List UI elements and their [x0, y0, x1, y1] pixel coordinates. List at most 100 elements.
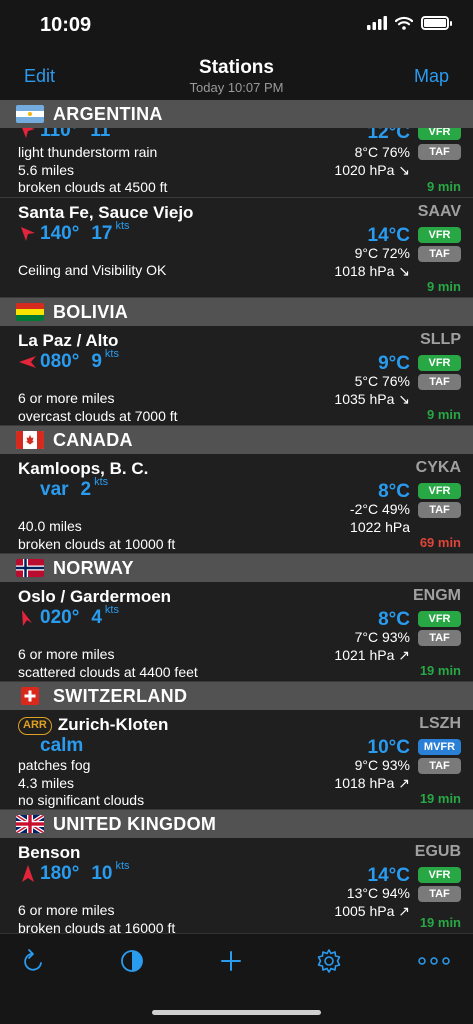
- clouds-text: broken clouds at 4500 ft: [18, 179, 168, 195]
- temperature: 14°C: [367, 225, 410, 246]
- observation-age: 19 min: [419, 791, 461, 806]
- wind-unit: kts: [104, 604, 119, 616]
- temperature: 10°C: [367, 737, 410, 758]
- observation-age: 19 min: [419, 663, 461, 678]
- wind-unit: kts: [115, 860, 130, 872]
- flight-category-badge: VFR: [418, 355, 461, 371]
- station-list[interactable]: 110° 11 kts 12°C VFR TAF 8°C 76% 1020 hP…: [0, 100, 473, 933]
- section-header-argentina: ARGENTINA: [0, 100, 473, 128]
- wind-direction: var: [40, 479, 69, 500]
- more-button[interactable]: [418, 946, 450, 976]
- wind-direction-icon: [19, 356, 36, 368]
- taf-button[interactable]: TAF: [418, 886, 461, 902]
- appearance-icon: [121, 950, 143, 972]
- station-icao: EGUB: [414, 843, 461, 860]
- station-name: La Paz / Alto: [18, 331, 119, 350]
- station-name: Santa Fe, Sauce Viejo: [18, 203, 194, 222]
- station-icao: LSZH: [419, 715, 461, 732]
- taf-button[interactable]: TAF: [418, 374, 461, 390]
- wind-speed: 2: [80, 479, 92, 500]
- station-name: Zurich-Kloten: [57, 715, 169, 734]
- settings-icon: [317, 949, 341, 973]
- taf-button[interactable]: TAF: [418, 246, 461, 262]
- wind-direction: 080°: [40, 351, 80, 372]
- wind: 080° 9 kts: [18, 348, 119, 373]
- argentina-flag-icon: [16, 105, 44, 123]
- temp-dewpoint: -2°C 49%: [349, 501, 410, 517]
- pressure: 1035 hPa ↘: [334, 391, 410, 407]
- visibility-text: 6 or more miles: [18, 646, 115, 662]
- wind-direction-icon: [22, 610, 32, 626]
- wind-direction-icon: [21, 227, 35, 241]
- page-title: Stations: [199, 57, 274, 78]
- navigation-bar: Edit Stations Today 10:07 PM Map: [0, 52, 473, 100]
- temp-dewpoint: 9°C 72%: [354, 245, 410, 261]
- country-name: CANADA: [53, 429, 133, 450]
- pressure: 1018 hPa ↘: [334, 263, 410, 279]
- temp-dewpoint: 8°C 76%: [354, 144, 410, 160]
- battery-icon: [421, 16, 452, 30]
- station-name-line: ARR Zurich-Kloten: [18, 715, 168, 735]
- country-name: ARGENTINA: [53, 103, 163, 124]
- taf-button[interactable]: TAF: [418, 144, 461, 160]
- temp-dewpoint: 5°C 76%: [354, 373, 410, 389]
- norway-flag-icon: [16, 559, 44, 577]
- taf-button[interactable]: TAF: [418, 502, 461, 518]
- wind: 140° 17 kts: [18, 220, 130, 245]
- temperature: 8°C: [378, 481, 410, 502]
- observation-age: 19 min: [419, 915, 461, 930]
- map-button[interactable]: Map: [414, 66, 449, 87]
- station-name: Oslo / Gardermoen: [18, 587, 172, 606]
- visibility-text: 6 or more miles: [18, 390, 115, 406]
- wind-unit: kts: [94, 476, 109, 488]
- wind-unit: kts: [104, 348, 119, 360]
- flight-category-badge: VFR: [418, 867, 461, 883]
- wind-speed: 10: [91, 863, 113, 884]
- flight-category-badge: MVFR: [418, 739, 461, 755]
- station-row-egub[interactable]: Benson EGUB 180° 10 kts 14°C VFR TAF 13°…: [0, 838, 473, 933]
- flight-category-badge: VFR: [418, 611, 461, 627]
- country-name: BOLIVIA: [53, 301, 129, 322]
- home-indicator: [152, 1010, 321, 1015]
- taf-button[interactable]: TAF: [418, 758, 461, 774]
- arrival-badge: ARR: [18, 717, 52, 735]
- section-header-uk: UNITED KINGDOM: [0, 810, 473, 838]
- visibility-text: 4.3 miles: [18, 775, 75, 791]
- signal-icon: [367, 16, 387, 30]
- wind-speed: 17: [91, 223, 113, 244]
- station-name: Kamloops, B. C.: [18, 459, 149, 478]
- station-row-sllp[interactable]: La Paz / Alto SLLP 080° 9 kts 9°C VFR TA…: [0, 326, 473, 426]
- station-icao: CYKA: [415, 459, 461, 476]
- station-row-saav[interactable]: Santa Fe, Sauce Viejo SAAV 140° 17 kts 1…: [0, 198, 473, 298]
- station-name: Benson: [18, 843, 81, 862]
- taf-button[interactable]: TAF: [418, 630, 461, 646]
- add-station-button[interactable]: [216, 946, 246, 976]
- temperature: 14°C: [367, 865, 410, 886]
- switzerland-flag-icon: [21, 687, 39, 705]
- section-header-bolivia: BOLIVIA: [0, 298, 473, 326]
- station-row-engm[interactable]: Oslo / Gardermoen ENGM 020° 4 kts 8°C VF…: [0, 582, 473, 682]
- country-name: NORWAY: [53, 557, 134, 578]
- station-row-lszh[interactable]: ARR Zurich-Kloten LSZH calm 10°C MVFR TAF…: [0, 710, 473, 810]
- status-time: 10:09: [40, 14, 92, 36]
- visibility-text: 6 or more miles: [18, 902, 115, 918]
- settings-button[interactable]: [314, 946, 344, 976]
- clouds-text: broken clouds at 16000 ft: [18, 920, 176, 933]
- canada-flag-icon: [16, 431, 44, 449]
- station-icao: SAAV: [417, 203, 461, 220]
- observation-age: 9 min: [427, 279, 461, 294]
- refresh-button[interactable]: [19, 946, 49, 976]
- country-name: UNITED KINGDOM: [53, 813, 217, 834]
- station-row-cyka[interactable]: Kamloops, B. C. CYKA var 2 kts 8°C VFR T…: [0, 454, 473, 554]
- uk-flag-icon: [16, 815, 44, 833]
- station-icao: ENGM: [413, 587, 461, 604]
- station-icao: SLLP: [420, 331, 461, 348]
- flight-category-badge: VFR: [418, 227, 461, 243]
- temp-dewpoint: 9°C 93%: [354, 757, 410, 773]
- add-icon: [221, 951, 241, 971]
- clouds-text: overcast clouds at 7000 ft: [18, 408, 178, 424]
- clouds-text: no significant clouds: [18, 792, 145, 808]
- temp-dewpoint: 13°C 94%: [346, 885, 410, 901]
- appearance-button[interactable]: [117, 946, 147, 976]
- observation-age: 9 min: [427, 407, 461, 422]
